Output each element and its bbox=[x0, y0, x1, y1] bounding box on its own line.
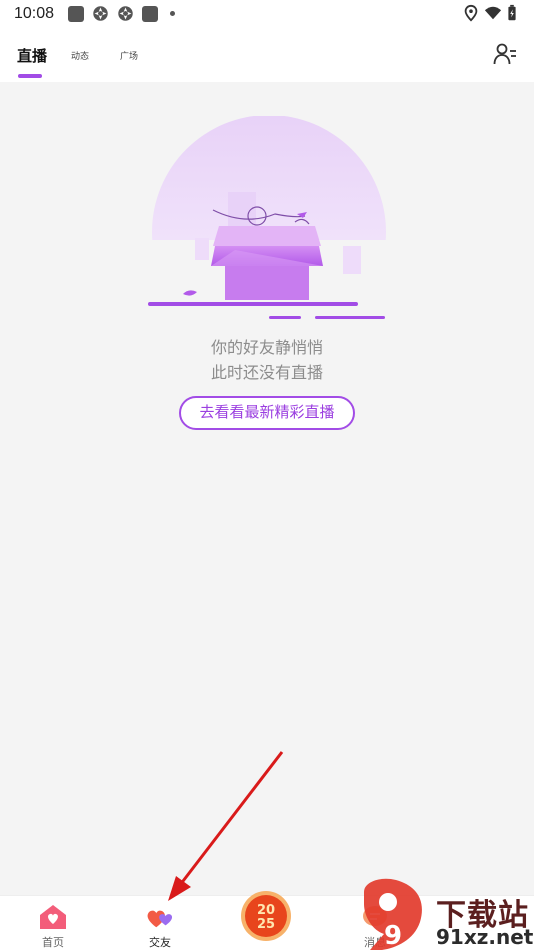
location-icon bbox=[464, 4, 478, 22]
status-time: 10:08 bbox=[14, 5, 55, 22]
battery-icon bbox=[508, 4, 516, 21]
nav-item-friends[interactable]: 交友 bbox=[130, 896, 190, 951]
tab-square[interactable]: 广场 bbox=[120, 49, 138, 62]
empty-message-line2: 此时还没有直播 bbox=[210, 365, 323, 382]
browse-live-button[interactable]: 去看看最新精彩直播 bbox=[179, 396, 355, 430]
watermark-number: 9 bbox=[384, 921, 402, 950]
tab-live[interactable]: 直播 bbox=[17, 45, 47, 66]
aperture-icon bbox=[118, 6, 133, 21]
empty-box-illustration bbox=[145, 116, 389, 326]
home-icon bbox=[40, 905, 66, 929]
nav-item-home[interactable]: 首页 bbox=[23, 896, 83, 951]
empty-message-line1: 你的好友静悄悄 bbox=[210, 340, 323, 357]
nav-label-home: 首页 bbox=[42, 937, 64, 949]
watermark-url: 91xz.net bbox=[436, 925, 534, 949]
user-menu-icon[interactable] bbox=[493, 42, 517, 66]
dot-icon bbox=[170, 11, 175, 16]
aperture-icon bbox=[93, 6, 108, 21]
top-header: 直播 动态 广场 bbox=[0, 28, 534, 82]
status-bar: 10:08 bbox=[0, 0, 534, 28]
center-badge-icon[interactable]: 20 25 bbox=[240, 890, 292, 942]
tab-indicator bbox=[18, 74, 42, 78]
svg-text:20: 20 bbox=[257, 903, 275, 918]
empty-state: 你的好友静悄悄 此时还没有直播 去看看最新精彩直播 bbox=[0, 82, 534, 895]
wifi-icon bbox=[484, 6, 502, 20]
nav-label-friends: 交友 bbox=[149, 937, 171, 949]
tab-moments[interactable]: 动态 bbox=[71, 49, 89, 62]
svg-text:25: 25 bbox=[257, 917, 275, 932]
app-square-icon bbox=[142, 6, 158, 22]
hearts-icon bbox=[147, 910, 173, 928]
app-square-icon bbox=[68, 6, 84, 22]
